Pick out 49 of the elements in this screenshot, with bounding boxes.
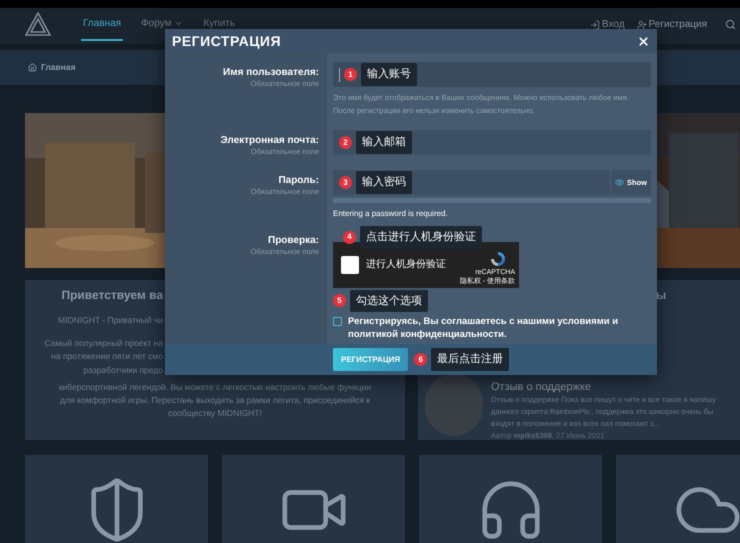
step-number-badge: 3: [339, 176, 352, 189]
step-tooltip: 勾选这个选项: [350, 290, 428, 312]
terms-text: Регистрируясь, Вы соглашаетесь с нашими условиями и политикой конфиденциальности.: [348, 315, 620, 341]
card-title: Приветствуем ва: [61, 287, 163, 304]
input-field[interactable]: 1 输入账号: [333, 62, 651, 87]
step-number-badge: 4: [343, 230, 356, 244]
card-title: ы: [656, 287, 666, 304]
login-icon: [590, 20, 600, 30]
home-icon: [28, 63, 37, 72]
terms-checkbox[interactable]: [333, 317, 342, 326]
dialog-title: РЕГИСТРАЦИЯ: [172, 32, 282, 51]
step-tooltip: 输入邮箱: [356, 131, 412, 154]
close-icon[interactable]: [637, 34, 650, 48]
login-link[interactable]: Вход: [590, 17, 625, 32]
card-text-line: сообществу MIDNIGHT!: [168, 407, 262, 420]
search-icon[interactable]: [725, 19, 736, 30]
step-number-badge: 6: [414, 353, 428, 366]
card-text-line: для комфортной игры. Перестань выходить за рамки легита, присоединяйся к: [60, 394, 370, 408]
card-text-line: Самый популярный проект на: [44, 336, 163, 350]
field-label: Пароль:: [278, 175, 319, 187]
field-label: Электронная почта:: [220, 135, 319, 147]
card-tagline: MIDNIGHT - Приватный чи: [58, 314, 163, 327]
review-title: Отзыв о поддержке: [491, 380, 592, 394]
input-field[interactable]: 2 输入邮箱: [333, 130, 651, 155]
caret-icon: [174, 19, 184, 28]
avatar: [425, 374, 483, 436]
field-label: Имя пользователя:: [223, 67, 319, 79]
text-cursor: [339, 68, 340, 82]
step-number-badge: 1: [344, 68, 357, 81]
step-tooltip: 输入密码: [356, 171, 412, 194]
card-text-line: разработчики предо: [83, 364, 163, 377]
register-link[interactable]: Регистрация: [636, 17, 707, 32]
captcha-label: 进行人机身份验证: [366, 258, 447, 272]
card-text-line: на протяжении пяти лет смо: [51, 350, 163, 364]
captcha-checkbox[interactable]: [341, 256, 359, 274]
nav-tab[interactable]: Главная: [81, 8, 124, 41]
breadcrumb-link[interactable]: Главная: [28, 61, 76, 74]
user-plus-icon: [636, 20, 647, 30]
step-tooltip: 输入账号: [361, 63, 417, 86]
card-text-line: киберспортивной легендой. Вы можете с легкостью настроить любые функции: [58, 381, 372, 394]
step-tooltip: 最后点击注册: [431, 348, 510, 371]
recaptcha-logo-icon: [489, 250, 507, 268]
eye-icon: [615, 178, 624, 187]
step-number-badge: 2: [339, 136, 352, 149]
step-number-badge: 5: [333, 294, 346, 308]
step-tooltip: 点击进行人机身份验证: [360, 226, 482, 248]
logo-icon[interactable]: [25, 12, 51, 36]
password-message: Entering a password is required.: [333, 208, 449, 220]
field-label: Проверка:: [268, 235, 319, 247]
